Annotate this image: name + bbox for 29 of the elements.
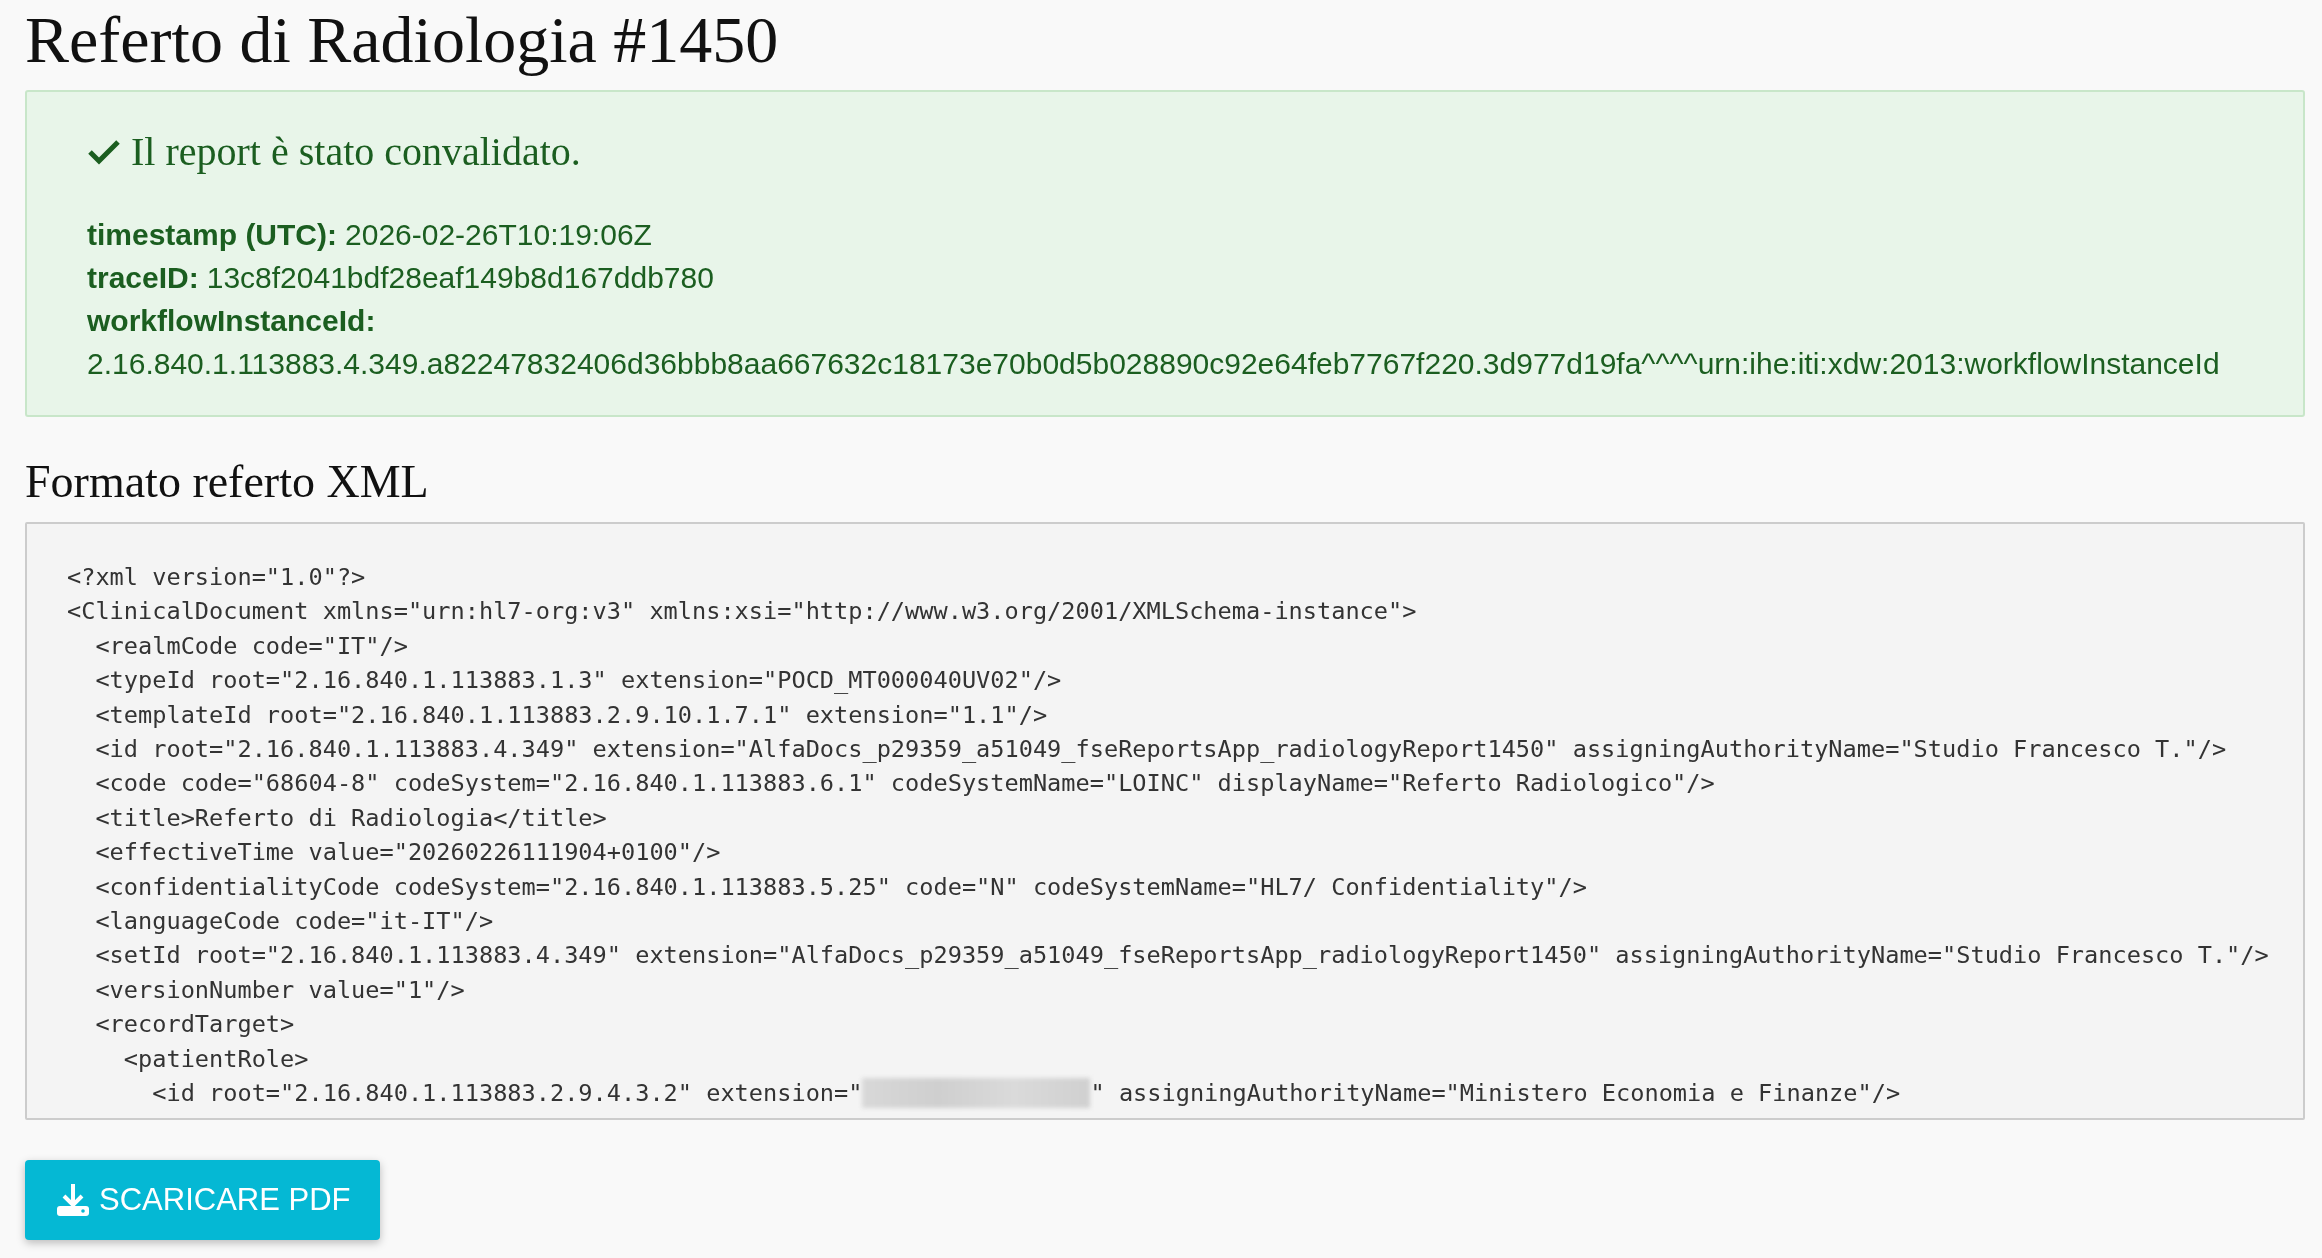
field-label: traceID:: [87, 260, 199, 296]
page-title: Referto di Radiologia #1450: [25, 2, 780, 78]
field-value: 2026-02-26T10:19:06Z: [345, 217, 652, 253]
code-line: <id root="2.16.840.1.113883.2.9.4.3.2" extension=": [151, 1078, 863, 1110]
download-button[interactable]: SCARICARE PDF: [25, 1160, 381, 1240]
code-line: <patientRole>: [122, 1043, 310, 1075]
code-line: " assigningAuthorityName="Ministero Economia e Finanze"/>: [1090, 1078, 1901, 1110]
check-icon: [87, 138, 121, 165]
code-line: <id root="2.16.840.1.113883.4.349" extension="AlfaDocs_p29359_a51049_fseReportsApp_radiologyReport1450" assigningAuthorityName="Studio Francesco T."/>: [94, 734, 2228, 766]
field-value: 13c8f2041bdf28eaf149b8d167ddb780: [206, 260, 714, 296]
download-icon: [55, 1182, 91, 1218]
code-line: <versionNumber value="1"/>: [94, 974, 466, 1006]
alert-message: Il report è stato convalidato.: [131, 128, 581, 175]
code-line: <setId root="2.16.840.1.113883.4.349" extension="AlfaDocs_p29359_a51049_fseReportsApp_radiologyReport1450" assigningAuthorityName="Studio Francesco T."/>: [94, 940, 2270, 972]
code-line: <code code="68604-8" codeSystem="2.16.840.1.113883.6.1" codeSystemName="LOINC" displayName="Referto Radiologico"/>: [94, 768, 1716, 800]
code-line: <realmCode code="IT"/>: [94, 630, 409, 662]
code-line: <typeId root="2.16.840.1.113883.1.3" extension="POCD_MT000040UV02"/>: [94, 665, 1063, 697]
code-line: <confidentialityCode codeSystem="2.16.840.1.113883.5.25" code="N" codeSystemName="HL7/ Confidentiality"/>: [94, 871, 1588, 903]
field-label: workflowInstanceId:: [87, 303, 377, 339]
code-line: <ClinicalDocument xmlns="urn:hl7-org:v3" xmlns:xsi="http://www.w3.org/2001/XMLSchema-instance">: [67, 596, 1418, 628]
code-line: <effectiveTime value="20260226111904+0100"/>: [94, 837, 722, 869]
code-line: <recordTarget>: [94, 1009, 296, 1041]
code-line: <templateId root="2.16.840.1.113883.2.9.10.1.7.1" extension="1.1"/>: [94, 699, 1049, 731]
code-line: <languageCode code="it-IT"/>: [94, 906, 495, 938]
field-label: timestamp (UTC):: [87, 217, 337, 253]
code-line: <title>Referto di Radiologia</title>: [94, 802, 608, 834]
code-line: <?xml version="1.0"?>: [67, 562, 367, 593]
section-heading: Formato referto XML: [25, 455, 430, 508]
field-value: 2.16.840.1.113883.4.349.a82247832406d36bbb8aa667632c18173e70b0d5b028890c92e64feb7767f220.3d977d19fa^^^^urn:ihe:iti:xdw:2013:workflowInstanceId: [87, 346, 2221, 382]
